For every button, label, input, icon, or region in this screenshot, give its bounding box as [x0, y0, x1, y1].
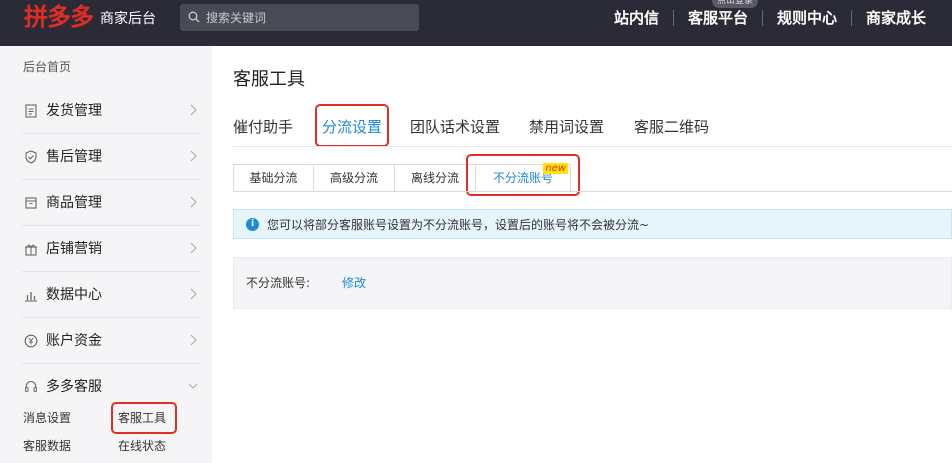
- sidebar-item-products[interactable]: 商品管理: [0, 180, 212, 226]
- tab-team-scripts[interactable]: 团队话术设置: [410, 116, 500, 138]
- subtab-advanced-routing[interactable]: 高级分流: [313, 164, 395, 192]
- sidebar-subitem-message-settings[interactable]: 消息设置: [23, 410, 71, 426]
- subtab-basic-routing[interactable]: 基础分流: [233, 164, 314, 192]
- edit-link[interactable]: 修改: [342, 275, 366, 291]
- field-label: 不分流账号:: [246, 276, 311, 290]
- nav-service-platform[interactable]: 客服平台: [674, 0, 762, 36]
- no-routing-accounts-row: 不分流账号: 修改: [233, 257, 952, 309]
- sidebar-item-shipping[interactable]: 发货管理: [0, 88, 212, 134]
- info-text: 您可以将部分客服账号设置为不分流账号，设置后的账号将不会被分流~: [267, 218, 650, 232]
- chevron-right-icon: [190, 242, 197, 254]
- search-icon: [188, 11, 200, 23]
- sidebar-subitem-online-status[interactable]: 在线状态: [118, 438, 166, 454]
- chevron-right-icon: [190, 196, 197, 208]
- subtab-divider: [233, 191, 952, 192]
- sidebar-item-marketing[interactable]: 店铺营销: [0, 226, 212, 272]
- chevron-right-icon: [190, 104, 197, 116]
- document-icon: [25, 104, 37, 118]
- nav-rules-center[interactable]: 规则中心: [763, 0, 851, 36]
- search-box[interactable]: [180, 4, 419, 31]
- bar-chart-icon: [25, 292, 37, 302]
- tab-payment-reminder[interactable]: 催付助手: [233, 116, 293, 138]
- sidebar-item-label: 售后管理: [46, 149, 102, 165]
- sidebar-subitem-service-data[interactable]: 客服数据: [23, 438, 71, 454]
- top-nav: 站内信 客服平台 规则中心 商家成长: [600, 0, 940, 36]
- highlight-box: [466, 154, 580, 196]
- chevron-right-icon: [190, 288, 197, 300]
- chevron-right-icon: [190, 334, 197, 346]
- sidebar-item-after-sales[interactable]: 售后管理: [0, 134, 212, 180]
- sidebar-item-label: 发货管理: [46, 103, 102, 119]
- search-input[interactable]: [206, 4, 411, 31]
- info-notice: i 您可以将部分客服账号设置为不分流账号，设置后的账号将不会被分流~: [233, 209, 952, 239]
- sidebar-item-label: 店铺营销: [46, 241, 102, 257]
- box-icon: [25, 197, 37, 209]
- info-icon: i: [246, 218, 259, 231]
- sidebar-item-label: 数据中心: [46, 287, 102, 303]
- nav-messages[interactable]: 站内信: [600, 0, 673, 36]
- nav-merchant-growth[interactable]: 商家成长: [852, 0, 940, 36]
- main-content: 客服工具 催付助手 分流设置 团队话术设置 禁用词设置 客服二维码 基础分流 高…: [212, 46, 952, 463]
- yen-coin-icon: [24, 334, 38, 348]
- sidebar-item-account-funds[interactable]: 账户资金: [0, 318, 212, 364]
- sidebar-home-link[interactable]: 后台首页: [23, 58, 71, 75]
- highlight-box: [111, 402, 177, 434]
- sidebar-item-label: 账户资金: [46, 333, 102, 349]
- chevron-right-icon: [190, 150, 197, 162]
- gift-icon: [25, 244, 37, 256]
- brand-subtitle: 商家后台: [100, 11, 156, 27]
- top-bar: 拼多多 商家后台 点击登录 站内信 客服平台 规则中心 商家成长: [0, 0, 952, 46]
- shield-check-icon: [25, 150, 37, 164]
- sidebar: 后台首页 发货管理 售后管理 商品管理 店铺营销 数据中心 账户资金 多多客服 …: [0, 46, 212, 463]
- subtab-offline-routing[interactable]: 离线分流: [394, 164, 476, 192]
- sidebar-item-customer-service[interactable]: 多多客服: [0, 364, 212, 410]
- sidebar-item-label: 多多客服: [46, 379, 102, 395]
- tab-service-qrcode[interactable]: 客服二维码: [634, 116, 709, 138]
- page-title: 客服工具: [233, 69, 305, 90]
- sidebar-item-data-center[interactable]: 数据中心: [0, 272, 212, 318]
- tab-banned-words[interactable]: 禁用词设置: [529, 116, 604, 138]
- highlight-box: [315, 104, 389, 147]
- tab-divider: [233, 146, 952, 147]
- chevron-down-icon: [188, 383, 198, 389]
- brand-logo[interactable]: 拼多多: [24, 2, 94, 32]
- sidebar-item-label: 商品管理: [46, 195, 102, 211]
- headset-icon: [25, 380, 37, 392]
